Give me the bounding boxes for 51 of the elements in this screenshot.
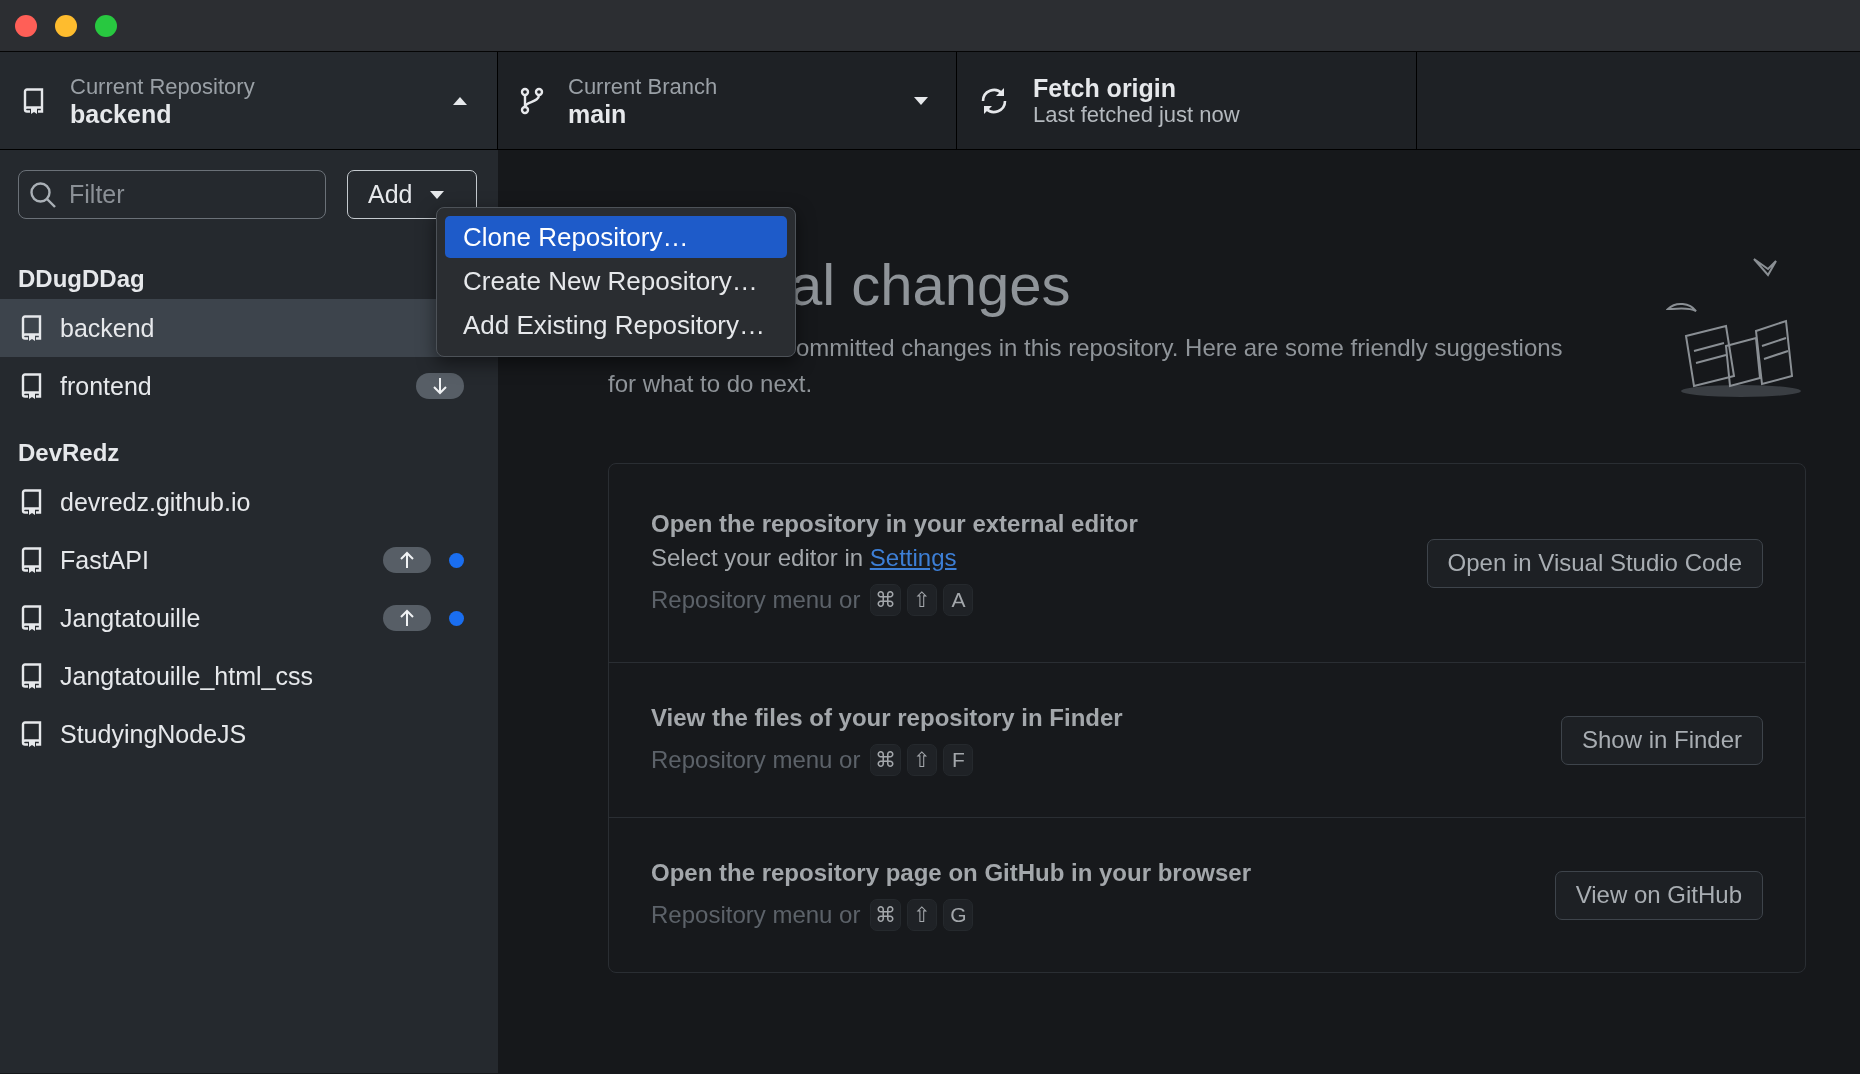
keyboard-key: ⇧ — [907, 744, 938, 776]
keyboard-key: ⇧ — [907, 584, 938, 616]
menu-item[interactable]: Create New Repository… — [445, 260, 787, 302]
suggestion-button[interactable]: Open in Visual Studio Code — [1426, 538, 1763, 588]
settings-link[interactable]: Settings — [869, 544, 957, 571]
repo-icon — [20, 373, 44, 399]
repository-item[interactable]: frontend — [0, 357, 498, 415]
repo-icon — [20, 489, 44, 515]
repository-item[interactable]: Jangtatouille_html_css — [0, 647, 498, 705]
filter-field[interactable]: Filter — [18, 170, 326, 219]
keyboard-key: ⌘ — [870, 584, 902, 616]
repo-icon — [20, 721, 44, 747]
search-icon — [29, 181, 57, 209]
repo-icon — [22, 87, 46, 114]
repo-icon — [20, 547, 44, 573]
repository-item[interactable]: FastAPI — [0, 531, 498, 589]
menu-item[interactable]: Clone Repository… — [445, 216, 787, 258]
close-button[interactable] — [15, 14, 37, 37]
group-header: DevRedz — [18, 438, 120, 468]
keyboard-key: ⌘ — [870, 744, 902, 776]
repository-selector[interactable]: Current Repository backend — [0, 52, 498, 149]
keyboard-key: ⇧ — [907, 899, 938, 931]
shortcut-hint: Repository menu or — [651, 746, 861, 774]
suggestion-button[interactable]: Show in Finder — [1560, 715, 1763, 765]
keyboard-key: F — [943, 744, 974, 776]
suggestion-button[interactable]: View on GitHub — [1554, 870, 1763, 920]
keyboard-key: G — [943, 899, 974, 931]
suggestion-title: View the files of your repository in Finder — [651, 704, 1124, 732]
suggestion-title: Open the repository page on GitHub in your browser — [651, 859, 1253, 887]
repo-icon — [20, 605, 44, 631]
add-button[interactable]: Add — [347, 170, 477, 219]
zoom-button[interactable] — [95, 14, 117, 37]
branch-icon — [520, 86, 544, 115]
shortcut-hint: Repository menu or — [651, 901, 861, 929]
suggestion-detail: Select your editor in Settings — [651, 544, 958, 572]
group-header: DDugDDag — [18, 264, 145, 294]
repo-icon — [20, 315, 44, 341]
minimize-button[interactable] — [55, 14, 77, 37]
branch-selector[interactable]: Current Branch main — [498, 52, 957, 149]
repository-item[interactable]: Jangtatouille — [0, 589, 498, 647]
description: ommitted changes in this repository. Here are some friendly suggestions — [796, 333, 1563, 363]
description: for what to do next. — [608, 369, 814, 399]
caret-icon — [430, 190, 445, 199]
repository-item[interactable]: devredz.github.io — [0, 473, 498, 531]
keyboard-key: ⌘ — [870, 899, 902, 931]
repo-icon — [20, 663, 44, 689]
suggestion-title: Open the repository in your external editor — [651, 510, 1139, 538]
shortcut-hint: Repository menu or — [651, 586, 861, 614]
fetch-button[interactable]: Fetch origin Last fetched just now — [957, 52, 1417, 149]
repository-item[interactable]: StudyingNodeJS — [0, 705, 498, 763]
keyboard-key: A — [943, 584, 974, 616]
